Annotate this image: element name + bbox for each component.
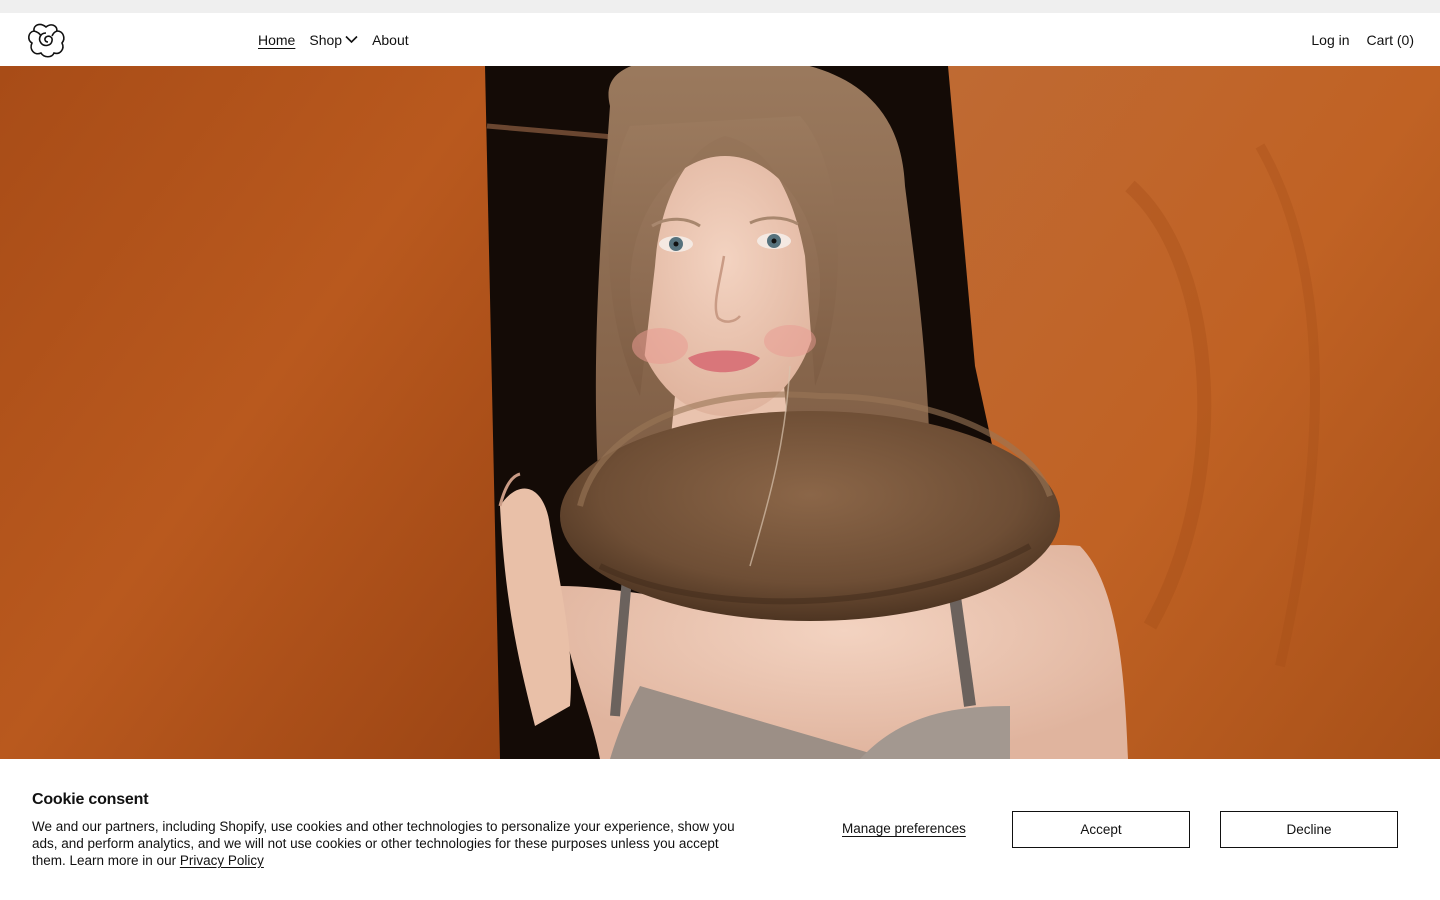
cookie-title: Cookie consent	[32, 791, 149, 808]
nav-shop-link[interactable]: Shop	[309, 32, 358, 48]
flower-swirl-logo-icon[interactable]	[26, 21, 66, 59]
cart-link[interactable]: Cart (0)	[1367, 32, 1414, 48]
site-header: Home Shop About Log in Cart (0)	[0, 13, 1440, 66]
browser-top-strip	[0, 0, 1440, 13]
manage-preferences-link[interactable]: Manage preferences	[842, 821, 966, 836]
nav-shop-label: Shop	[309, 31, 343, 48]
chevron-down-icon	[345, 35, 358, 44]
accept-button[interactable]: Accept	[1012, 811, 1190, 848]
privacy-policy-link[interactable]: Privacy Policy	[180, 853, 264, 868]
hero-image	[0, 66, 1440, 759]
decline-button[interactable]: Decline	[1220, 811, 1398, 848]
nav-about-link[interactable]: About	[372, 32, 409, 48]
cookie-description: We and our partners, including Shopify, …	[32, 818, 752, 869]
portrait-photo	[0, 66, 1440, 759]
nav-home-link[interactable]: Home	[258, 32, 295, 48]
main-nav: Home Shop About	[258, 13, 409, 66]
cookie-text: We and our partners, including Shopify, …	[32, 819, 735, 868]
nav-about-label: About	[372, 31, 409, 48]
nav-home-label: Home	[258, 31, 296, 48]
cookie-consent-banner: Cookie consent We and our partners, incl…	[0, 759, 1440, 900]
header-actions: Log in Cart (0)	[1311, 13, 1414, 66]
login-link[interactable]: Log in	[1311, 32, 1349, 48]
